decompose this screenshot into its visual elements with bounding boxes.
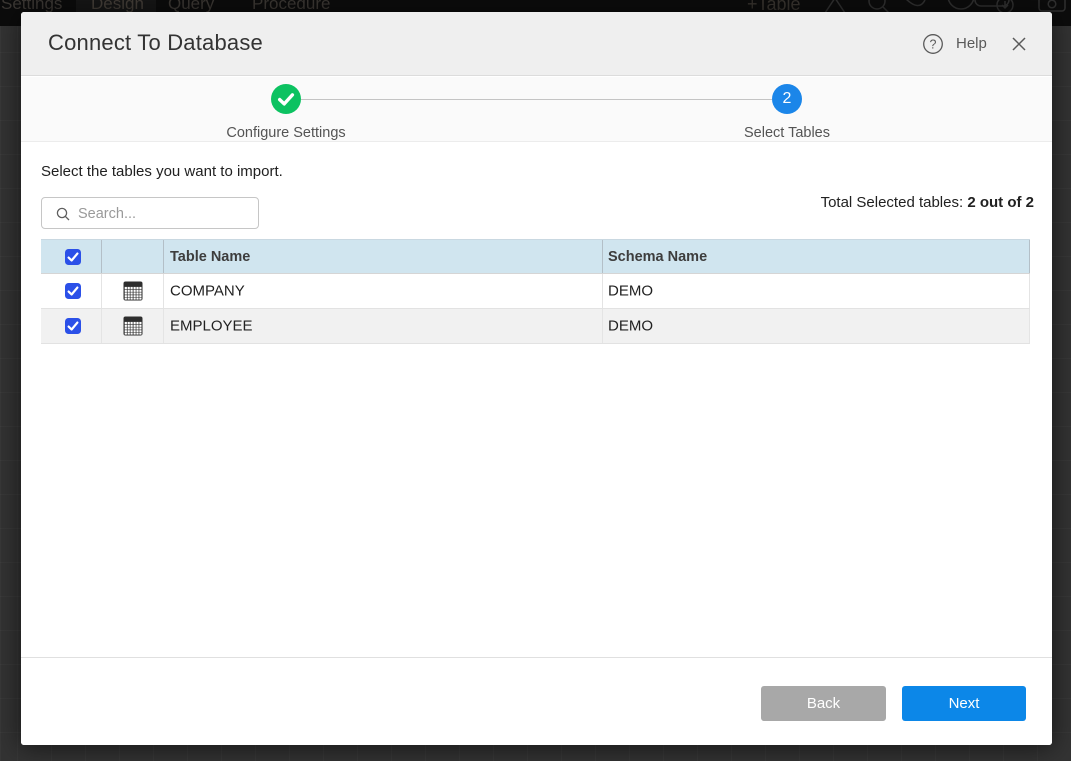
svg-text:?: ?: [930, 38, 937, 52]
